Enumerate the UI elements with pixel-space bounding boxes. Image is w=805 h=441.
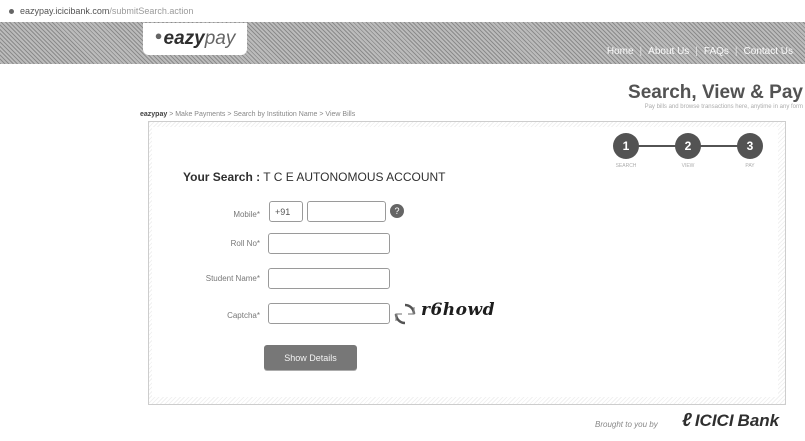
breadcrumb-root[interactable]: eazypay — [140, 111, 167, 118]
step-pay-label: PAY — [745, 163, 755, 169]
address-bar[interactable]: eazypay.icicibank.com/submitSearch.actio… — [0, 0, 805, 22]
mobile-input[interactable] — [307, 201, 386, 222]
rollno-input[interactable] — [268, 233, 390, 254]
nav-about-us[interactable]: About Us — [642, 46, 695, 57]
page-tagline: Pay bills and browse transactions here, … — [644, 104, 803, 110]
nav-contact-us[interactable]: Contact Us — [738, 46, 799, 57]
page-title: Search, View & Pay — [628, 82, 803, 103]
icici-mark-icon: ℓ — [682, 410, 692, 431]
progress-steps: 1 2 3 SEARCH VIEW PAY — [613, 131, 763, 171]
step-view-label: VIEW — [681, 163, 695, 169]
url-path: /submitSearch.action — [109, 6, 194, 16]
site-header — [0, 22, 805, 64]
student-name-label: Student Name* — [205, 274, 260, 283]
logo-text-bold: eazy — [163, 28, 205, 49]
url-domain: eazypay.icicibank.com — [20, 6, 110, 16]
captcha-input[interactable] — [268, 303, 390, 324]
step-search-label: SEARCH — [615, 163, 637, 169]
captcha-label: Captcha* — [227, 311, 260, 320]
icici-bank-logo: ℓ ICICI Bank — [682, 410, 779, 432]
icici-bank-suffix: Bank — [737, 411, 780, 430]
logo-text-light: pay — [204, 28, 236, 49]
eazypay-logo[interactable]: ● eazy pay — [143, 23, 247, 55]
nav-faqs[interactable]: FAQs — [698, 46, 735, 57]
mobile-country-code: +91 — [269, 201, 303, 222]
site-info-icon[interactable] — [9, 8, 14, 14]
breadcrumb: eazypay > Make Payments > Search by Inst… — [140, 111, 355, 118]
step-search-badge: 1 — [613, 133, 639, 159]
search-summary: Your Search : T C E AUTONOMOUS ACCOUNT — [183, 170, 446, 184]
search-summary-label: Your Search : — [183, 170, 261, 184]
rollno-label: Roll No* — [230, 239, 260, 248]
icici-name: ICICI — [694, 411, 734, 430]
step-view-badge: 2 — [675, 133, 701, 159]
captcha-image: r6howd — [421, 300, 496, 320]
breadcrumb-trail: > Make Payments > Search by Institution … — [167, 111, 356, 118]
logo-swirl-icon: ● — [154, 27, 163, 43]
brought-by-text: Brought to you by — [595, 420, 658, 429]
nav-home[interactable]: Home — [601, 46, 640, 57]
top-nav: Home | About Us | FAQs | Contact Us — [601, 46, 799, 57]
mobile-help-icon[interactable]: ? — [390, 204, 404, 218]
student-name-input[interactable] — [268, 268, 390, 289]
show-details-button[interactable]: Show Details — [264, 345, 357, 370]
mobile-label: Mobile* — [233, 210, 260, 219]
search-summary-value: T C E AUTONOMOUS ACCOUNT — [263, 170, 446, 184]
refresh-captcha-icon[interactable] — [394, 303, 416, 325]
step-pay-badge: 3 — [737, 133, 763, 159]
